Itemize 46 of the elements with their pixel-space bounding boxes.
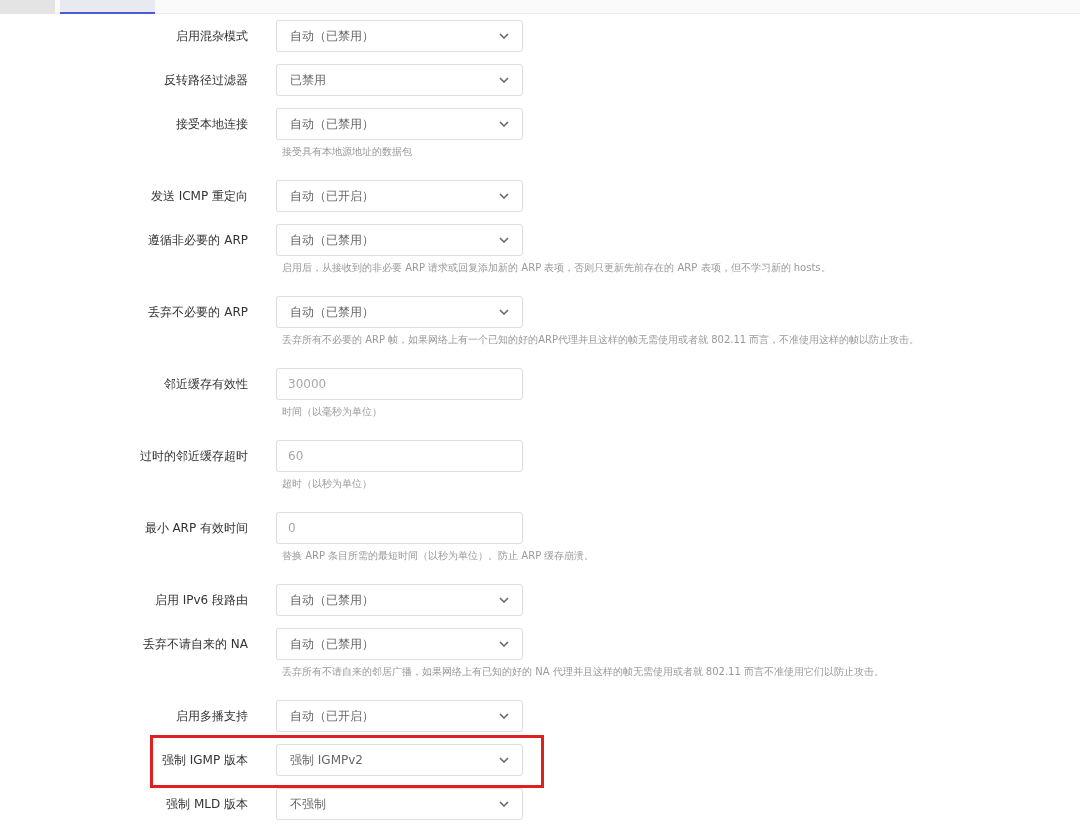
dropdown[interactable]: 自动（已禁用）: [276, 20, 523, 52]
chevron-down-icon: [499, 77, 509, 83]
dropdown[interactable]: 自动（已禁用）: [276, 296, 523, 328]
dropdown[interactable]: 自动（已禁用）: [276, 108, 523, 140]
dropdown[interactable]: 自动（已禁用）: [276, 584, 523, 616]
help-text: 接受具有本地源地址的数据包: [281, 145, 413, 159]
help-text: 替换 ARP 条目所需的最短时间（以秒为单位）。防止 ARP 缓存崩溃。: [281, 549, 595, 563]
help-text: 启用后，从接收到的非必要 ARP 请求或回复添加新的 ARP 表项，否则只更新先前存在的 ARP 表项，但不学习新的 hosts。: [281, 261, 831, 275]
chevron-down-icon: [499, 33, 509, 39]
input-field[interactable]: 30000: [276, 368, 523, 400]
field-label: 过时的邻近缓存超时: [140, 448, 248, 465]
input-field[interactable]: 0: [276, 512, 523, 544]
field-label: 启用 IPv6 段路由: [154, 592, 248, 609]
dropdown[interactable]: 自动（已禁用）: [276, 224, 523, 256]
dropdown[interactable]: 自动（已开启）: [276, 180, 523, 212]
field-label: 发送 ICMP 重定向: [150, 188, 248, 205]
field-label: 反转路径过滤器: [164, 72, 248, 89]
chevron-down-icon: [499, 237, 509, 243]
help-text: 超时（以秒为单位）: [281, 477, 373, 491]
dropdown[interactable]: 不强制: [276, 788, 523, 820]
field-label: 启用混杂模式: [176, 28, 248, 45]
tab[interactable]: [60, 0, 155, 14]
dropdown[interactable]: 自动（已开启）: [276, 700, 523, 732]
chevron-down-icon: [499, 193, 509, 199]
field-label: 强制 IGMP 版本: [161, 752, 248, 769]
dropdown[interactable]: 强制 IGMPv2: [276, 744, 523, 776]
dropdown[interactable]: 已禁用: [276, 64, 523, 96]
field-label: 丢弃不必要的 ARP: [148, 304, 248, 321]
field-label: 强制 MLD 版本: [166, 796, 248, 813]
field-label: 启用多播支持: [176, 708, 248, 725]
chevron-down-icon: [499, 713, 509, 719]
field-label: 接受本地连接: [176, 116, 248, 133]
field-label: 最小 ARP 有效时间: [144, 520, 248, 537]
help-text: 丢弃所有不请自来的邻居广播，如果网络上有已知的好的 NA 代理并且这样的帧无需使用或者就 802.11 而言不准使用它们以防止攻击。: [281, 665, 885, 679]
chevron-down-icon: [499, 801, 509, 807]
chevron-down-icon: [499, 309, 509, 315]
chevron-down-icon: [499, 757, 509, 763]
input-field[interactable]: 60: [276, 440, 523, 472]
chevron-down-icon: [499, 641, 509, 647]
chevron-down-icon: [499, 121, 509, 127]
field-label: 丢弃不请自来的 NA: [143, 636, 248, 653]
field-label: 遵循非必要的 ARP: [148, 232, 248, 249]
help-text: 时间（以毫秒为单位）: [281, 405, 383, 419]
chevron-down-icon: [499, 597, 509, 603]
field-label: 邻近缓存有效性: [164, 376, 248, 393]
dropdown[interactable]: 自动（已禁用）: [276, 628, 523, 660]
